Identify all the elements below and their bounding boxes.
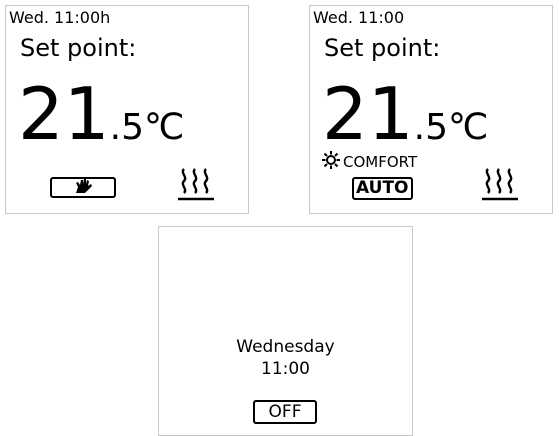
hand-icon — [72, 178, 94, 198]
clock-display: Wed. 11:00h — [9, 8, 111, 27]
set-point-label: Set point: — [20, 34, 137, 62]
clock-display: 11:00 — [261, 359, 310, 379]
thermostat-screen-manual: Wed. 11:00h Set point: 21.5℃ — [5, 5, 249, 214]
clock-display: Wed. 11:00 — [313, 8, 405, 27]
temperature-decimal-unit: .5℃ — [109, 107, 185, 148]
heating-icon — [178, 166, 216, 206]
set-point-temperature: 21.5℃ — [322, 72, 488, 156]
thermostat-screen-auto: Wed. 11:00 Set point: 21.5℃ COMFORT AUTO — [309, 5, 553, 214]
day-display: Wednesday — [236, 337, 335, 357]
off-mode-button[interactable]: OFF — [253, 400, 317, 424]
thermostat-screen-off: Wednesday 11:00 OFF — [158, 226, 413, 436]
manual-mode-button[interactable] — [50, 177, 116, 198]
comfort-label: COMFORT — [343, 153, 418, 171]
comfort-indicator: COMFORT — [322, 151, 417, 173]
temperature-integer: 21 — [18, 72, 110, 156]
auto-mode-button[interactable]: AUTO — [352, 177, 413, 200]
temperature-integer: 21 — [322, 72, 414, 156]
sun-icon — [322, 151, 340, 173]
set-point-temperature: 21.5℃ — [18, 72, 184, 156]
set-point-label: Set point: — [324, 34, 441, 62]
temperature-decimal-unit: .5℃ — [413, 107, 489, 148]
heating-icon — [482, 166, 520, 206]
